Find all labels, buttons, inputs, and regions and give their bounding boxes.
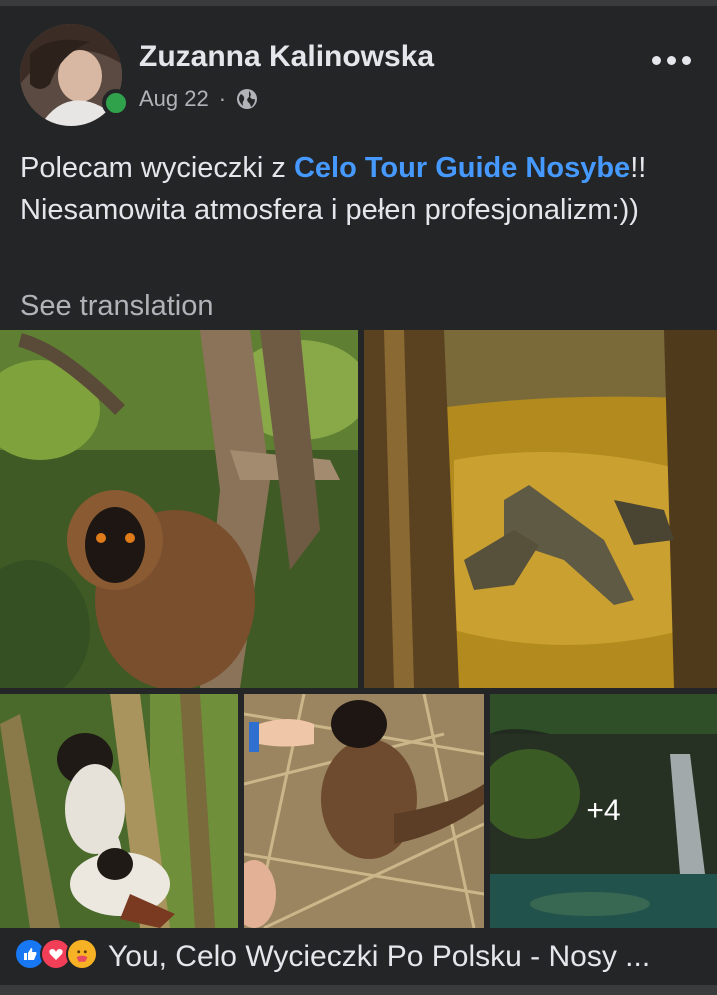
care-reaction-icon: [66, 938, 98, 970]
photo-crocodiles[interactable]: [364, 330, 717, 688]
bottom-divider: [0, 985, 717, 995]
reaction-icons[interactable]: [14, 938, 98, 970]
post-date[interactable]: Aug 22: [139, 86, 209, 112]
more-dot: [667, 55, 676, 65]
reactions-summary[interactable]: You, Celo Wycieczki Po Polsku - Nosy ...: [108, 940, 650, 974]
more-dot: [682, 55, 691, 65]
post-meta: Aug 22 ·: [139, 86, 258, 112]
more-options-icon[interactable]: [652, 48, 696, 72]
author-name[interactable]: Zuzanna Kalinowska: [139, 40, 434, 74]
see-translation-link[interactable]: See translation: [20, 290, 213, 323]
online-status-indicator: [102, 89, 130, 117]
photo-lemur-ground[interactable]: [244, 694, 484, 928]
more-dot: [652, 55, 661, 65]
post-body: Polecam wycieczki z Celo Tour Guide Nosy…: [20, 147, 680, 231]
photo-waterfall-more[interactable]: +4: [490, 694, 717, 928]
post-text-before: Polecam wycieczki z: [20, 152, 294, 184]
more-photos-count[interactable]: +4: [490, 694, 717, 928]
globe-icon: [236, 88, 258, 110]
meta-separator: ·: [218, 86, 227, 111]
photo-lemur-tree[interactable]: [0, 330, 358, 688]
top-divider: [0, 0, 717, 6]
photo-sifakas[interactable]: [0, 694, 238, 928]
tagged-page-link[interactable]: Celo Tour Guide Nosybe: [294, 152, 630, 184]
